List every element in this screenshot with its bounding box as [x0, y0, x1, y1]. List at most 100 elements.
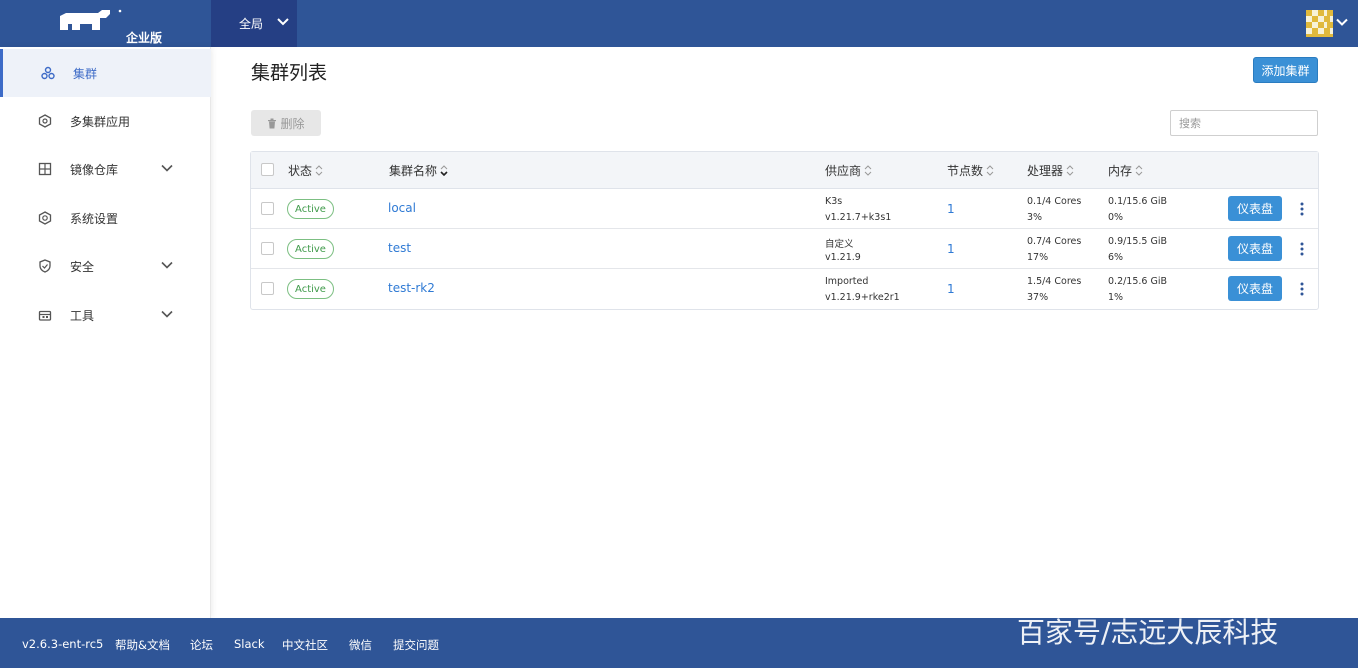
footer-link-slack[interactable]: Slack: [234, 637, 265, 651]
shield-icon: [39, 259, 51, 273]
cpu-percent: 37%: [1027, 292, 1049, 303]
cpu-percent: 17%: [1027, 252, 1049, 263]
user-avatar[interactable]: [1306, 10, 1333, 37]
table-row: Active test 自定义 v1.21.9 1 0.7/4 Cores 17…: [251, 229, 1318, 269]
memory-percent: 0%: [1108, 212, 1124, 223]
column-label: 供应商: [825, 164, 862, 178]
chevron-down-icon: [161, 310, 173, 318]
search-input[interactable]: [1170, 110, 1318, 136]
sidebar-item-label: 镜像仓库: [70, 163, 119, 177]
node-count-link[interactable]: 1: [947, 282, 955, 296]
footer-link-community[interactable]: 中文社区: [282, 637, 328, 653]
column-label: 集群名称: [389, 164, 438, 178]
footer-link-wechat[interactable]: 微信: [349, 637, 372, 653]
row-checkbox[interactable]: [261, 282, 274, 295]
provider-version: v1.21.7+k3s1: [825, 212, 892, 223]
cluster-name-link[interactable]: test-rk2: [388, 281, 435, 295]
sort-icon: [315, 165, 323, 176]
footer-link-report-issue[interactable]: 提交问题: [393, 637, 439, 653]
cpu-percent: 3%: [1027, 212, 1043, 223]
version-label: v2.6.3-ent-rc5: [22, 637, 104, 651]
memory-percent: 1%: [1108, 292, 1124, 303]
memory-percent: 6%: [1108, 252, 1124, 263]
sidebar-item-settings[interactable]: 系统设置: [0, 194, 211, 242]
sort-icon: [440, 165, 448, 176]
status-badge: Active: [287, 279, 334, 299]
sidebar-item-multi-cluster-apps[interactable]: 多集群应用: [0, 97, 211, 145]
sidebar-item-label: 多集群应用: [70, 115, 131, 129]
trash-icon: [268, 118, 277, 128]
select-all-checkbox[interactable]: [261, 163, 274, 176]
sidebar-item-label: 工具: [70, 309, 95, 323]
provider-version: v1.21.9+rke2r1: [825, 292, 900, 303]
chevron-down-icon: [161, 261, 173, 269]
column-header-nodes[interactable]: 节点数: [947, 162, 994, 179]
provider-name: Imported: [825, 276, 869, 287]
top-header: 企业版 全局: [0, 0, 1358, 47]
rancher-cow-icon: [60, 9, 122, 30]
add-cluster-button[interactable]: 添加集群: [1253, 57, 1318, 83]
tools-icon: [38, 310, 52, 321]
sort-icon: [986, 165, 994, 176]
watermark-text: 百家号/志远大辰科技: [1017, 616, 1279, 649]
node-count-link[interactable]: 1: [947, 242, 955, 256]
sort-icon: [864, 165, 872, 176]
provider-name: K3s: [825, 196, 843, 207]
column-label: 节点数: [947, 164, 984, 178]
delete-label: 删除: [280, 116, 305, 131]
edition-label: 企业版: [126, 31, 163, 45]
sidebar-item-registry[interactable]: 镜像仓库: [0, 145, 211, 193]
apps-icon: [38, 114, 52, 128]
column-label: 处理器: [1027, 164, 1064, 178]
table-header: 状态 集群名称 供应商 节点数 处理器 内存: [251, 152, 1318, 189]
sidebar-item-clusters[interactable]: 集群: [0, 49, 211, 97]
avatar-chevron-down-icon[interactable]: [1336, 18, 1348, 27]
sidebar: 集群 多集群应用 镜像仓库 系统设置 安全 工具: [0, 47, 211, 618]
delete-button[interactable]: 删除: [251, 110, 321, 136]
sidebar-item-label: 系统设置: [70, 212, 119, 226]
column-header-memory[interactable]: 内存: [1108, 162, 1143, 179]
more-actions-icon[interactable]: [1300, 202, 1304, 216]
scope-selector[interactable]: 全局: [211, 0, 297, 47]
column-header-state[interactable]: 状态: [288, 162, 323, 179]
footer-link-forum[interactable]: 论坛: [190, 637, 213, 653]
dashboard-button[interactable]: 仪表盘: [1228, 196, 1282, 221]
sidebar-item-security[interactable]: 安全: [0, 242, 211, 290]
memory-usage: 0.1/15.6 GiB: [1108, 196, 1167, 207]
cluster-name-link[interactable]: local: [388, 201, 416, 215]
status-badge: Active: [287, 199, 334, 219]
cpu-usage: 1.5/4 Cores: [1027, 276, 1082, 287]
row-checkbox[interactable]: [261, 242, 274, 255]
cluster-name-link[interactable]: test: [388, 241, 411, 255]
dashboard-button[interactable]: 仪表盘: [1228, 276, 1282, 301]
node-count-link[interactable]: 1: [947, 202, 955, 216]
status-badge: Active: [287, 239, 334, 259]
registry-icon: [38, 162, 52, 176]
sidebar-item-tools[interactable]: 工具: [0, 291, 211, 339]
settings-icon: [38, 211, 52, 225]
dashboard-button[interactable]: 仪表盘: [1228, 236, 1282, 261]
memory-usage: 0.2/15.6 GiB: [1108, 276, 1167, 287]
table-row: Active test-rk2 Imported v1.21.9+rke2r1 …: [251, 269, 1318, 309]
sort-icon: [1135, 165, 1143, 176]
provider-version: v1.21.9: [825, 252, 861, 263]
more-actions-icon[interactable]: [1300, 282, 1304, 296]
provider-name: 自定义: [825, 239, 854, 250]
scope-label: 全局: [239, 17, 264, 31]
memory-usage: 0.9/15.5 GiB: [1108, 236, 1167, 247]
column-label: 内存: [1108, 164, 1133, 178]
rancher-logo[interactable]: 企业版: [0, 0, 211, 47]
sidebar-item-label: 集群: [73, 67, 98, 81]
footer-link-help[interactable]: 帮助&文档: [115, 637, 170, 653]
cluster-icon: [41, 66, 55, 80]
column-header-provider[interactable]: 供应商: [825, 162, 872, 179]
chevron-down-icon: [277, 18, 289, 26]
column-header-cpu[interactable]: 处理器: [1027, 162, 1074, 179]
sort-icon: [1066, 165, 1074, 176]
column-header-name[interactable]: 集群名称: [389, 162, 448, 179]
row-checkbox[interactable]: [261, 202, 274, 215]
cpu-usage: 0.7/4 Cores: [1027, 236, 1082, 247]
sidebar-item-label: 安全: [70, 260, 95, 274]
cpu-usage: 0.1/4 Cores: [1027, 196, 1082, 207]
more-actions-icon[interactable]: [1300, 242, 1304, 256]
